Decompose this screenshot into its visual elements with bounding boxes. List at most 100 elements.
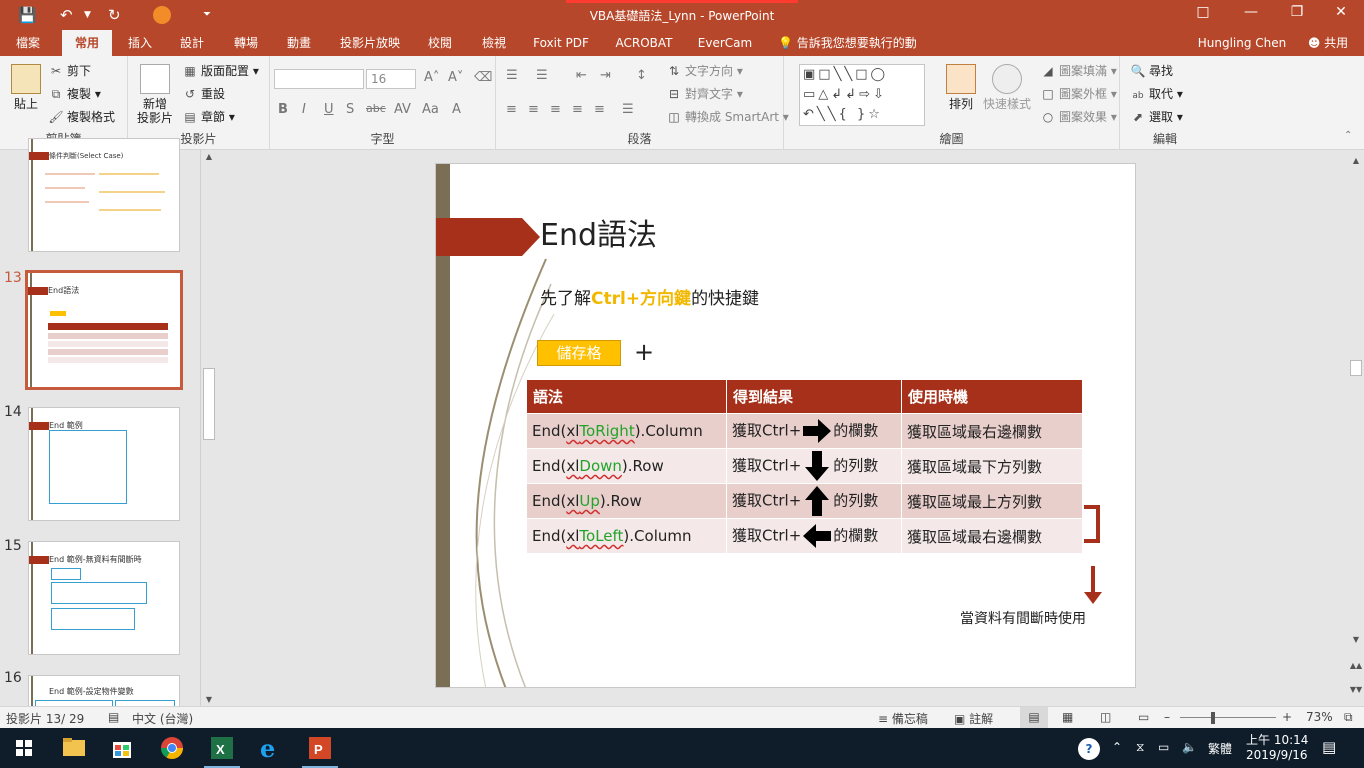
shrink-font-icon[interactable]: A˅	[448, 70, 463, 85]
slide-sorter-icon[interactable]: ▦	[1062, 710, 1073, 724]
font-name-box[interactable]	[274, 69, 364, 89]
replace-button[interactable]: ab 取代 ▾	[1130, 84, 1182, 104]
tab-home[interactable]: 常用	[62, 30, 112, 56]
font-size-box[interactable]: 16	[366, 69, 416, 89]
slide-subtitle[interactable]: 先了解Ctrl+方向鍵的快捷鍵	[540, 284, 759, 309]
zoom-out-icon[interactable]: –	[1164, 710, 1170, 724]
zoom-slider[interactable]	[1180, 717, 1276, 718]
tab-transitions[interactable]: 轉場	[224, 30, 268, 56]
spellcheck-icon[interactable]: ▤	[108, 710, 119, 724]
grow-font-icon[interactable]: A˄	[424, 70, 439, 85]
help-icon[interactable]: ?	[1078, 738, 1100, 760]
fit-slide-icon[interactable]: ⧉	[1344, 710, 1353, 725]
zoom-level[interactable]: 73%	[1306, 710, 1333, 724]
shadow-icon[interactable]: S	[346, 102, 354, 117]
increase-indent-icon[interactable]: ⇥	[600, 68, 611, 83]
next-slide-icon[interactable]: ▼▼	[1348, 685, 1364, 694]
notes-button[interactable]: ≡ 備忘稿	[878, 710, 928, 727]
share-button[interactable]: ☻ 共用	[1300, 30, 1356, 56]
zoom-slider-thumb[interactable]	[1211, 712, 1215, 724]
tab-insert[interactable]: 插入	[118, 30, 162, 56]
justify-icon[interactable]: ≡	[572, 102, 583, 117]
file-explorer-button[interactable]	[52, 732, 96, 764]
tray-expand-icon[interactable]: ⌃	[1112, 740, 1122, 754]
slide-thumbnail-15[interactable]: End 範例-無資料有間斷時	[28, 541, 180, 655]
bracket-shape[interactable]	[1084, 505, 1100, 543]
scroll-thumb[interactable]	[203, 368, 215, 440]
tab-view[interactable]: 檢視	[472, 30, 516, 56]
align-right-icon[interactable]: ≡	[550, 102, 561, 117]
tab-file[interactable]: 檔案	[6, 30, 50, 56]
normal-view-icon[interactable]: ▤	[1020, 707, 1048, 728]
bold-icon[interactable]: B	[278, 102, 288, 117]
line-spacing-icon[interactable]: ↕	[636, 68, 647, 83]
store-button[interactable]	[100, 732, 144, 764]
ribbon-display-icon[interactable]: □	[1188, 4, 1218, 20]
clear-formatting-icon[interactable]: ⌫	[474, 70, 492, 85]
editor-scrollbar[interactable]: ▲ ▼ ▲▲ ▼▼	[1348, 150, 1364, 706]
align-left-icon[interactable]: ≡	[506, 102, 517, 117]
excel-button[interactable]: X	[200, 732, 244, 768]
battery-icon[interactable]: ▭	[1158, 740, 1169, 754]
find-button[interactable]: 🔍 尋找	[1130, 61, 1174, 81]
tab-slideshow[interactable]: 投影片放映	[334, 30, 406, 56]
language-indicator[interactable]: 中文 (台灣)	[132, 710, 193, 727]
tab-acrobat[interactable]: ACROBAT	[610, 30, 678, 56]
slide-thumbnail-14[interactable]: End 範例	[28, 407, 180, 521]
numbering-icon[interactable]: ☰	[536, 68, 548, 83]
cut-button[interactable]: ✂ 剪下	[48, 61, 91, 81]
slide-thumbnail-12[interactable]: 條件判斷(Select Case)	[28, 138, 180, 252]
scroll-down-icon[interactable]: ▼	[1348, 635, 1364, 644]
collapse-ribbon-icon[interactable]: ⌃	[1344, 130, 1352, 141]
ime-indicator[interactable]: 繁體	[1208, 740, 1232, 757]
user-name[interactable]: Hungling Chen	[1196, 30, 1288, 56]
slide-thumbnail-13[interactable]: End語法	[25, 270, 183, 390]
decrease-indent-icon[interactable]: ⇤	[576, 68, 587, 83]
italic-icon[interactable]: I	[302, 102, 306, 117]
close-icon[interactable]: ✕	[1326, 4, 1356, 20]
distributed-icon[interactable]: ≡	[594, 102, 605, 117]
minimize-icon[interactable]: —	[1236, 4, 1266, 20]
zoom-in-icon[interactable]: +	[1282, 710, 1292, 724]
quick-styles-button[interactable]: 快速樣式	[982, 64, 1032, 111]
tab-evercam[interactable]: EverCam	[696, 30, 754, 56]
save-cell-box[interactable]: 儲存格	[537, 340, 621, 366]
tab-review[interactable]: 校閱	[418, 30, 462, 56]
comments-button[interactable]: ▣ 註解	[954, 710, 993, 727]
scroll-thumb[interactable]	[1350, 360, 1362, 376]
paste-button[interactable]: 貼上	[8, 64, 44, 111]
format-painter-button[interactable]: 🖌 複製格式	[48, 107, 115, 127]
align-center-icon[interactable]: ≡	[528, 102, 539, 117]
chrome-button[interactable]	[150, 732, 194, 764]
thumbnail-scrollbar[interactable]: ▲ ▼	[200, 150, 216, 706]
text-direction-button[interactable]: ⇅ 文字方向 ▾	[666, 61, 743, 81]
powerpoint-button[interactable]: P	[298, 732, 342, 768]
clock-time[interactable]: 上午 10:14	[1246, 731, 1308, 748]
internet-explorer-button[interactable]: e	[248, 732, 292, 764]
smartart-button[interactable]: ◫ 轉換成 SmartArt ▾	[666, 107, 788, 127]
reading-view-icon[interactable]: ◫	[1100, 710, 1111, 724]
font-color-icon[interactable]: A	[452, 102, 461, 117]
tab-animations[interactable]: 動畫	[277, 30, 321, 56]
slide-canvas[interactable]: End語法 先了解Ctrl+方向鍵的快捷鍵 儲存格 + 語法 得到結果 使用時機…	[435, 163, 1136, 688]
arrange-button[interactable]: 排列	[944, 64, 978, 111]
start-button[interactable]	[2, 732, 46, 764]
clock-date[interactable]: 2019/9/16	[1246, 748, 1308, 762]
bullets-icon[interactable]: ☰	[506, 68, 518, 83]
end-syntax-table[interactable]: 語法 得到結果 使用時機 End(xlToRight).Column 獲取Ctr…	[526, 379, 1083, 554]
shape-effects-button[interactable]: ○ 圖案效果 ▾	[1040, 107, 1117, 127]
underline-icon[interactable]: U	[324, 102, 334, 117]
scroll-up-icon[interactable]: ▲	[201, 152, 217, 161]
shapes-gallery[interactable]: ▣□╲╲□◯ ▭△↲↲⇨⇩ ↶╲╲{ }☆	[799, 64, 925, 126]
columns-icon[interactable]: ☰	[622, 102, 634, 117]
action-center-icon[interactable]: ▤	[1322, 738, 1336, 756]
previous-slide-icon[interactable]: ▲▲	[1348, 661, 1364, 670]
align-text-button[interactable]: ⊟ 對齊文字 ▾	[666, 84, 743, 104]
scroll-down-icon[interactable]: ▼	[201, 695, 217, 704]
scroll-up-icon[interactable]: ▲	[1348, 156, 1364, 165]
tell-me-box[interactable]: 💡 告訴我您想要執行的動作...	[778, 30, 938, 76]
strikethrough-icon[interactable]: abc	[366, 102, 386, 115]
gap-note-text[interactable]: 當資料有間斷時使用	[960, 608, 1086, 628]
slideshow-view-icon[interactable]: ▭	[1138, 710, 1149, 724]
tab-design[interactable]: 設計	[170, 30, 214, 56]
